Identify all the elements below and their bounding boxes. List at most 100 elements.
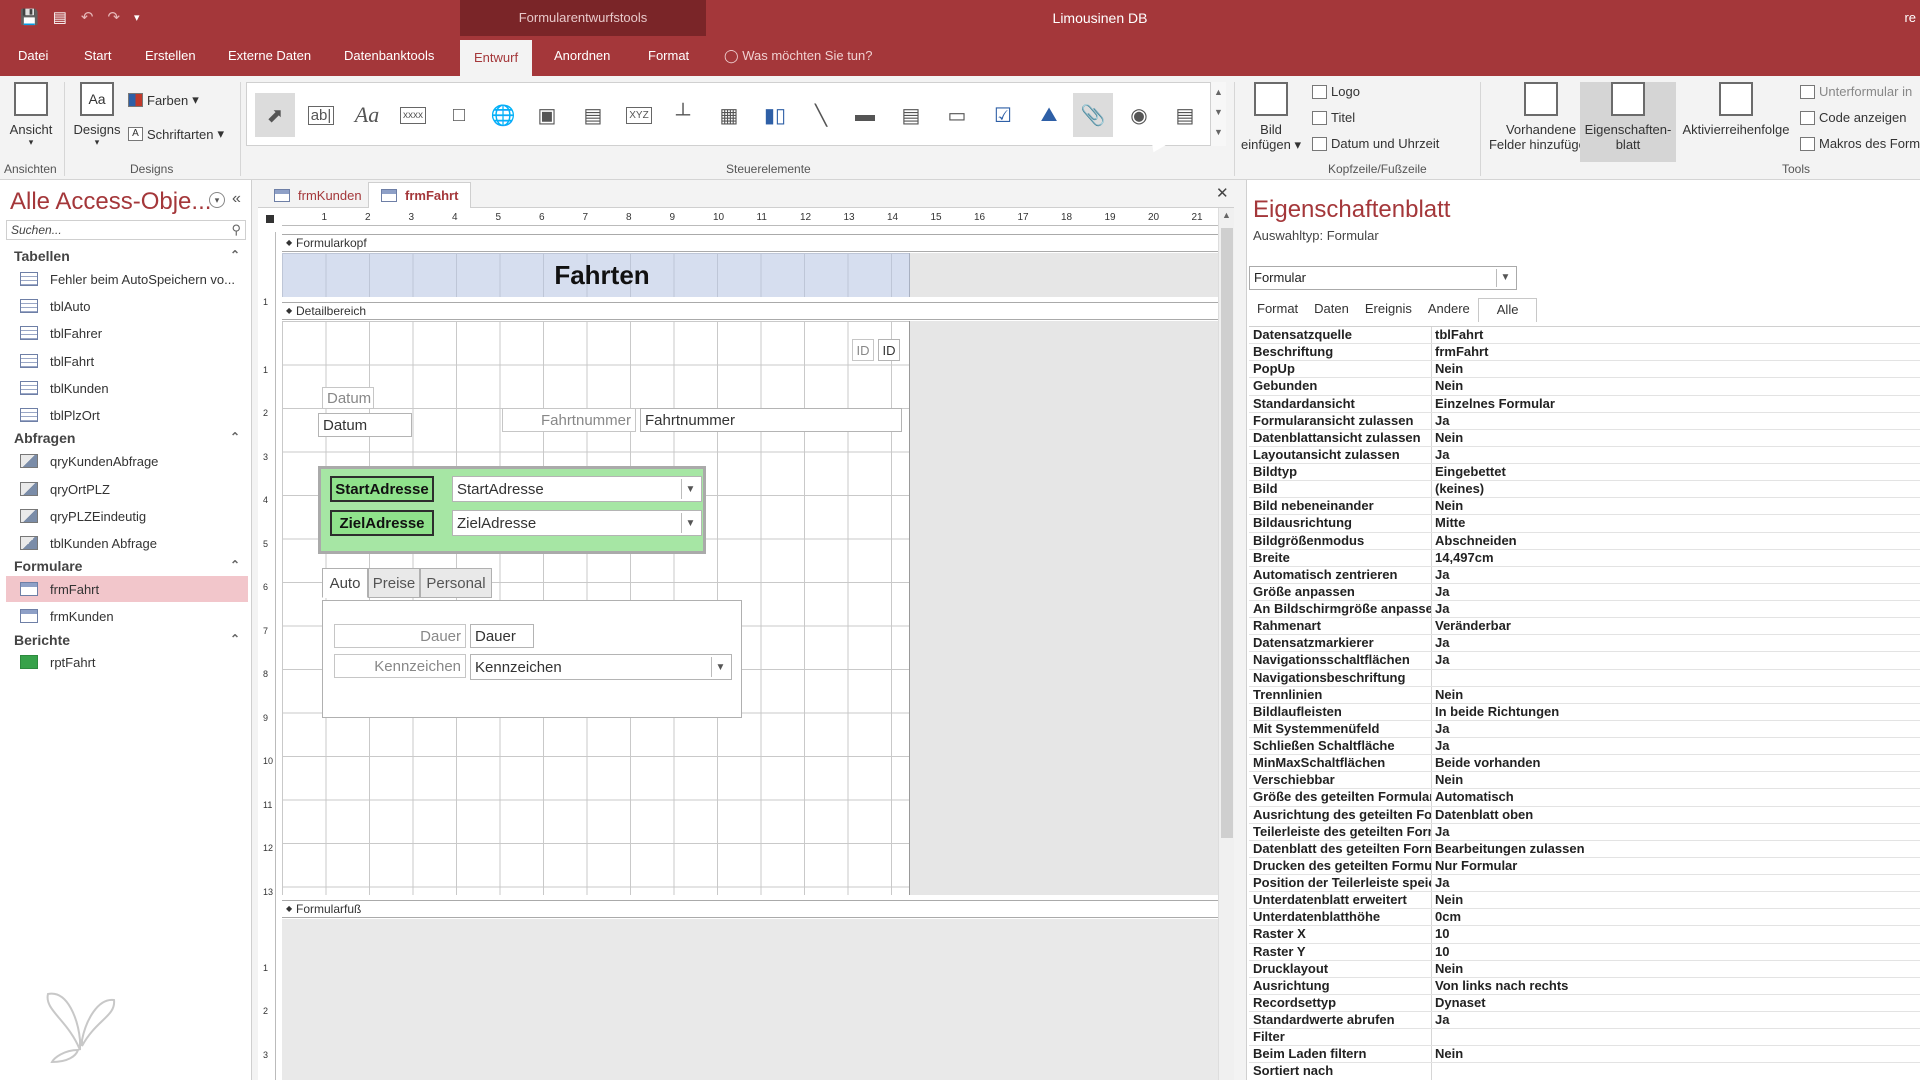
startadresse-combobox[interactable]: StartAdresse ▼ [452, 476, 702, 502]
property-row[interactable]: Rahmenart Veränderbar [1249, 618, 1920, 636]
property-value[interactable]: Automatisch [1435, 789, 1514, 805]
property-value[interactable]: Nein [1435, 892, 1463, 908]
web-browser-icon[interactable]: ▣ [527, 93, 567, 137]
nav-item-tblplzort[interactable]: tblPlzOrt [6, 402, 248, 428]
property-value[interactable]: Abschneiden [1435, 533, 1517, 549]
property-value[interactable]: Ja [1435, 584, 1449, 600]
doc-tab-frmkunden[interactable]: frmKunden [262, 182, 374, 208]
button-icon[interactable]: xxxx [393, 93, 433, 137]
subform-icon[interactable]: ▤ [1165, 93, 1205, 137]
property-value[interactable]: Ja [1435, 824, 1449, 840]
nav-item-fehler-autospeichern[interactable]: Fehler beim AutoSpeichern vo... [6, 266, 248, 292]
tab-order-button[interactable]: Aktivierreihenfolge [1678, 82, 1794, 137]
property-row[interactable]: Datensatzquelle tblFahrt [1249, 327, 1920, 345]
startadresse-label[interactable]: StartAdresse [330, 476, 434, 502]
kennzeichen-label[interactable]: Kennzeichen [334, 654, 466, 678]
property-value[interactable]: Nein [1435, 430, 1463, 446]
chevron-down-icon[interactable]: ▼ [681, 513, 699, 533]
property-value[interactable]: Ja [1435, 652, 1449, 668]
tab-control-icon[interactable]: □ [439, 93, 479, 137]
tell-me-search[interactable]: ◯ Was möchten Sie tun? [724, 36, 873, 76]
nav-item-tblfahrt[interactable]: tblFahrt [6, 348, 248, 374]
property-row[interactable]: Datensatzmarkierer Ja [1249, 635, 1920, 653]
property-row[interactable]: Schließen Schaltfläche Ja [1249, 738, 1920, 756]
section-bar-formularkopf[interactable]: Formularkopf [282, 234, 1218, 252]
property-value[interactable]: Dynaset [1435, 995, 1486, 1011]
property-row[interactable]: Trennlinien Nein [1249, 686, 1920, 704]
navigation-icon[interactable]: ▤ [573, 93, 613, 137]
tab-personal[interactable]: Personal [420, 568, 492, 598]
property-row[interactable]: Beim Laden filtern Nein [1249, 1046, 1920, 1064]
property-row[interactable]: Unterdatenblatt erweitert Nein [1249, 892, 1920, 910]
property-value[interactable]: In beide Richtungen [1435, 704, 1559, 720]
property-value[interactable]: Mitte [1435, 515, 1465, 531]
chevron-down-icon[interactable]: ▾ [209, 192, 225, 208]
property-row[interactable]: Drucklayout Nein [1249, 960, 1920, 978]
property-value[interactable]: 0cm [1435, 909, 1461, 925]
image-icon[interactable]: ⛰ [1029, 93, 1069, 137]
property-row[interactable]: Datenblattansicht zulassen Nein [1249, 429, 1920, 447]
id-label[interactable]: ID [852, 339, 874, 361]
property-value[interactable]: 14,497cm [1435, 550, 1494, 566]
property-row[interactable]: MinMaxSchaltflächen Beide vorhanden [1249, 755, 1920, 773]
property-value[interactable]: Ja [1435, 1012, 1449, 1028]
gallery-scroll[interactable]: ▲ ▼ ▼ [1210, 82, 1226, 146]
nav-group-berichte[interactable]: Berichte ⌃ [14, 632, 240, 648]
id-field[interactable]: ID [878, 339, 900, 361]
property-sheet-button[interactable]: Eigenschaften- blatt [1580, 82, 1676, 162]
nav-group-tabellen[interactable]: Tabellen ⌃ [14, 248, 240, 264]
textbox-icon[interactable]: ab| [301, 93, 341, 137]
subform-new-window-button[interactable]: Unterformular in [1800, 84, 1912, 99]
prop-tab-andere[interactable]: Andere [1420, 298, 1478, 322]
prop-tab-daten[interactable]: Daten [1306, 298, 1357, 322]
property-row[interactable]: Verschiebbar Nein [1249, 772, 1920, 790]
property-row[interactable]: Raster X 10 [1249, 926, 1920, 944]
property-value[interactable]: Ja [1435, 875, 1449, 891]
redo-icon[interactable]: ↷ [107, 8, 120, 26]
property-row[interactable]: Raster Y 10 [1249, 943, 1920, 961]
property-value[interactable]: Einzelnes Formular [1435, 396, 1555, 412]
tab-erstellen[interactable]: Erstellen [131, 36, 210, 76]
property-row[interactable]: Größe anpassen Ja [1249, 583, 1920, 601]
property-row[interactable]: Gebunden Nein [1249, 378, 1920, 396]
property-row[interactable]: Navigationsschaltflächen Ja [1249, 652, 1920, 670]
nav-search-input[interactable]: Suchen... ⚲ [6, 220, 246, 240]
property-value[interactable]: Nein [1435, 772, 1463, 788]
property-row[interactable]: Formularansicht zulassen Ja [1249, 412, 1920, 430]
datum-label[interactable]: Datum [322, 387, 374, 409]
property-value[interactable]: Nur Formular [1435, 858, 1517, 874]
section-bar-formularfuss[interactable]: Formularfuß [282, 900, 1218, 918]
property-row[interactable]: Layoutansicht zulassen Ja [1249, 446, 1920, 464]
prop-tab-format[interactable]: Format [1249, 298, 1306, 322]
tab-start[interactable]: Start [70, 36, 125, 76]
rectangle-icon[interactable]: ▭ [937, 93, 977, 137]
logo-button[interactable]: Logo [1312, 84, 1360, 99]
property-row[interactable]: Standardansicht Einzelnes Formular [1249, 395, 1920, 413]
chart-icon[interactable]: ▮▯ [755, 93, 795, 137]
chevron-down-icon[interactable]: ▼ [681, 479, 699, 499]
property-value[interactable]: (keines) [1435, 481, 1484, 497]
fonts-button[interactable]: A Schriftarten ▾ [128, 126, 224, 142]
datum-field[interactable]: Datum [318, 413, 412, 437]
fahrtnummer-field[interactable]: Fahrtnummer [640, 408, 902, 432]
property-value[interactable]: Ja [1435, 413, 1449, 429]
doc-tab-frmfahrt[interactable]: frmFahrt [368, 182, 472, 208]
property-row[interactable]: Drucken des geteilten FormularsNur Formu… [1249, 857, 1920, 875]
property-row[interactable]: Breite 14,497cm [1249, 549, 1920, 567]
checkbox-icon[interactable]: ☑ [983, 93, 1023, 137]
property-value[interactable]: Ja [1435, 601, 1449, 617]
undo-icon[interactable]: ↶ [81, 8, 94, 26]
toggle-icon[interactable]: ▬ [845, 93, 885, 137]
zieladresse-combobox[interactable]: ZielAdresse ▼ [452, 510, 702, 536]
property-row[interactable]: Bildlaufleisten In beide Richtungen [1249, 703, 1920, 721]
nav-item-qryplzeindeutig[interactable]: qryPLZEindeutig [6, 503, 248, 529]
property-row[interactable]: Beschriftung frmFahrt [1249, 344, 1920, 362]
property-row[interactable]: Bildgrößenmodus Abschneiden [1249, 532, 1920, 550]
line-icon[interactable]: ╲ [801, 93, 841, 137]
tab-entwurf[interactable]: Entwurf [460, 40, 533, 76]
property-value[interactable]: Nein [1435, 687, 1463, 703]
view-icon[interactable]: ▤ [53, 8, 67, 26]
insert-image-button[interactable]: Bild einfügen ▾ [1240, 82, 1302, 153]
property-value[interactable]: frmFahrt [1435, 344, 1488, 360]
nav-item-qryortplz[interactable]: qryOrtPLZ [6, 476, 248, 502]
